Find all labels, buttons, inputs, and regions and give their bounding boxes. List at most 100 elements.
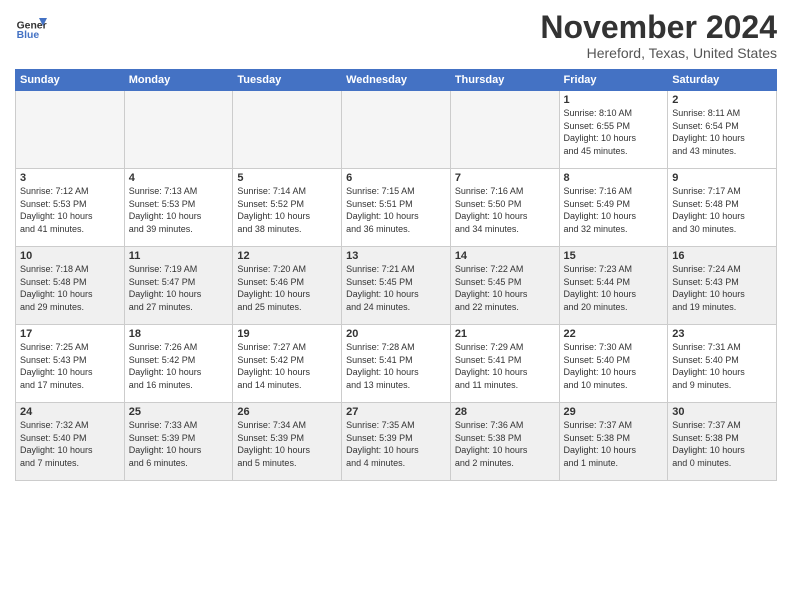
header-friday: Friday xyxy=(559,70,668,91)
day-number: 8 xyxy=(564,172,664,184)
day-info: Sunrise: 7:31 AM Sunset: 5:40 PM Dayligh… xyxy=(672,341,772,391)
calendar-cell xyxy=(450,91,559,169)
day-number: 23 xyxy=(672,328,772,340)
day-info: Sunrise: 7:14 AM Sunset: 5:52 PM Dayligh… xyxy=(237,185,337,235)
header-sunday: Sunday xyxy=(16,70,125,91)
day-number: 7 xyxy=(455,172,555,184)
day-info: Sunrise: 7:37 AM Sunset: 5:38 PM Dayligh… xyxy=(564,419,664,469)
calendar-cell: 21Sunrise: 7:29 AM Sunset: 5:41 PM Dayli… xyxy=(450,325,559,403)
calendar-cell: 25Sunrise: 7:33 AM Sunset: 5:39 PM Dayli… xyxy=(124,403,233,481)
calendar-cell: 17Sunrise: 7:25 AM Sunset: 5:43 PM Dayli… xyxy=(16,325,125,403)
day-number: 9 xyxy=(672,172,772,184)
calendar-cell xyxy=(124,91,233,169)
day-number: 4 xyxy=(129,172,229,184)
title-block: November 2024 Hereford, Texas, United St… xyxy=(540,10,777,61)
calendar-cell: 4Sunrise: 7:13 AM Sunset: 5:53 PM Daylig… xyxy=(124,169,233,247)
day-number: 18 xyxy=(129,328,229,340)
day-info: Sunrise: 8:10 AM Sunset: 6:55 PM Dayligh… xyxy=(564,107,664,157)
week-row-4: 17Sunrise: 7:25 AM Sunset: 5:43 PM Dayli… xyxy=(16,325,777,403)
calendar-cell xyxy=(16,91,125,169)
day-number: 30 xyxy=(672,406,772,418)
calendar-cell: 24Sunrise: 7:32 AM Sunset: 5:40 PM Dayli… xyxy=(16,403,125,481)
header-monday: Monday xyxy=(124,70,233,91)
day-info: Sunrise: 8:11 AM Sunset: 6:54 PM Dayligh… xyxy=(672,107,772,157)
day-number: 11 xyxy=(129,250,229,262)
week-row-5: 24Sunrise: 7:32 AM Sunset: 5:40 PM Dayli… xyxy=(16,403,777,481)
day-info: Sunrise: 7:22 AM Sunset: 5:45 PM Dayligh… xyxy=(455,263,555,313)
header-wednesday: Wednesday xyxy=(342,70,451,91)
header-tuesday: Tuesday xyxy=(233,70,342,91)
day-info: Sunrise: 7:18 AM Sunset: 5:48 PM Dayligh… xyxy=(20,263,120,313)
day-info: Sunrise: 7:20 AM Sunset: 5:46 PM Dayligh… xyxy=(237,263,337,313)
day-number: 6 xyxy=(346,172,446,184)
day-number: 12 xyxy=(237,250,337,262)
day-info: Sunrise: 7:25 AM Sunset: 5:43 PM Dayligh… xyxy=(20,341,120,391)
calendar-cell xyxy=(342,91,451,169)
calendar-cell: 11Sunrise: 7:19 AM Sunset: 5:47 PM Dayli… xyxy=(124,247,233,325)
day-info: Sunrise: 7:27 AM Sunset: 5:42 PM Dayligh… xyxy=(237,341,337,391)
day-number: 13 xyxy=(346,250,446,262)
day-info: Sunrise: 7:17 AM Sunset: 5:48 PM Dayligh… xyxy=(672,185,772,235)
day-info: Sunrise: 7:15 AM Sunset: 5:51 PM Dayligh… xyxy=(346,185,446,235)
calendar-cell: 16Sunrise: 7:24 AM Sunset: 5:43 PM Dayli… xyxy=(668,247,777,325)
header-saturday: Saturday xyxy=(668,70,777,91)
day-info: Sunrise: 7:16 AM Sunset: 5:49 PM Dayligh… xyxy=(564,185,664,235)
header-row: Sunday Monday Tuesday Wednesday Thursday… xyxy=(16,70,777,91)
calendar-table: Sunday Monday Tuesday Wednesday Thursday… xyxy=(15,69,777,481)
calendar-cell: 19Sunrise: 7:27 AM Sunset: 5:42 PM Dayli… xyxy=(233,325,342,403)
day-number: 24 xyxy=(20,406,120,418)
month-title: November 2024 xyxy=(540,10,777,45)
calendar-cell: 28Sunrise: 7:36 AM Sunset: 5:38 PM Dayli… xyxy=(450,403,559,481)
day-number: 5 xyxy=(237,172,337,184)
calendar-cell: 18Sunrise: 7:26 AM Sunset: 5:42 PM Dayli… xyxy=(124,325,233,403)
calendar-cell: 2Sunrise: 8:11 AM Sunset: 6:54 PM Daylig… xyxy=(668,91,777,169)
day-number: 14 xyxy=(455,250,555,262)
day-info: Sunrise: 7:30 AM Sunset: 5:40 PM Dayligh… xyxy=(564,341,664,391)
calendar-cell: 30Sunrise: 7:37 AM Sunset: 5:38 PM Dayli… xyxy=(668,403,777,481)
day-number: 17 xyxy=(20,328,120,340)
day-number: 10 xyxy=(20,250,120,262)
day-number: 22 xyxy=(564,328,664,340)
day-info: Sunrise: 7:34 AM Sunset: 5:39 PM Dayligh… xyxy=(237,419,337,469)
calendar-cell: 12Sunrise: 7:20 AM Sunset: 5:46 PM Dayli… xyxy=(233,247,342,325)
day-number: 26 xyxy=(237,406,337,418)
calendar-cell: 10Sunrise: 7:18 AM Sunset: 5:48 PM Dayli… xyxy=(16,247,125,325)
day-number: 19 xyxy=(237,328,337,340)
day-number: 2 xyxy=(672,94,772,106)
day-number: 1 xyxy=(564,94,664,106)
week-row-2: 3Sunrise: 7:12 AM Sunset: 5:53 PM Daylig… xyxy=(16,169,777,247)
main-container: General Blue November 2024 Hereford, Tex… xyxy=(0,0,792,486)
calendar-cell: 7Sunrise: 7:16 AM Sunset: 5:50 PM Daylig… xyxy=(450,169,559,247)
day-info: Sunrise: 7:23 AM Sunset: 5:44 PM Dayligh… xyxy=(564,263,664,313)
day-info: Sunrise: 7:13 AM Sunset: 5:53 PM Dayligh… xyxy=(129,185,229,235)
day-info: Sunrise: 7:33 AM Sunset: 5:39 PM Dayligh… xyxy=(129,419,229,469)
day-number: 16 xyxy=(672,250,772,262)
day-info: Sunrise: 7:21 AM Sunset: 5:45 PM Dayligh… xyxy=(346,263,446,313)
logo-icon: General Blue xyxy=(15,14,47,46)
svg-text:Blue: Blue xyxy=(17,30,40,41)
calendar-cell: 14Sunrise: 7:22 AM Sunset: 5:45 PM Dayli… xyxy=(450,247,559,325)
day-info: Sunrise: 7:36 AM Sunset: 5:38 PM Dayligh… xyxy=(455,419,555,469)
calendar-cell: 1Sunrise: 8:10 AM Sunset: 6:55 PM Daylig… xyxy=(559,91,668,169)
calendar-cell: 3Sunrise: 7:12 AM Sunset: 5:53 PM Daylig… xyxy=(16,169,125,247)
calendar-cell: 23Sunrise: 7:31 AM Sunset: 5:40 PM Dayli… xyxy=(668,325,777,403)
calendar-cell: 22Sunrise: 7:30 AM Sunset: 5:40 PM Dayli… xyxy=(559,325,668,403)
calendar-cell: 9Sunrise: 7:17 AM Sunset: 5:48 PM Daylig… xyxy=(668,169,777,247)
day-info: Sunrise: 7:26 AM Sunset: 5:42 PM Dayligh… xyxy=(129,341,229,391)
day-number: 20 xyxy=(346,328,446,340)
day-number: 21 xyxy=(455,328,555,340)
week-row-3: 10Sunrise: 7:18 AM Sunset: 5:48 PM Dayli… xyxy=(16,247,777,325)
calendar-cell xyxy=(233,91,342,169)
calendar-cell: 27Sunrise: 7:35 AM Sunset: 5:39 PM Dayli… xyxy=(342,403,451,481)
day-number: 15 xyxy=(564,250,664,262)
day-number: 29 xyxy=(564,406,664,418)
calendar-cell: 13Sunrise: 7:21 AM Sunset: 5:45 PM Dayli… xyxy=(342,247,451,325)
day-info: Sunrise: 7:12 AM Sunset: 5:53 PM Dayligh… xyxy=(20,185,120,235)
header-thursday: Thursday xyxy=(450,70,559,91)
calendar-cell: 20Sunrise: 7:28 AM Sunset: 5:41 PM Dayli… xyxy=(342,325,451,403)
page-header: General Blue November 2024 Hereford, Tex… xyxy=(15,10,777,61)
day-info: Sunrise: 7:32 AM Sunset: 5:40 PM Dayligh… xyxy=(20,419,120,469)
day-info: Sunrise: 7:19 AM Sunset: 5:47 PM Dayligh… xyxy=(129,263,229,313)
calendar-cell: 26Sunrise: 7:34 AM Sunset: 5:39 PM Dayli… xyxy=(233,403,342,481)
calendar-cell: 8Sunrise: 7:16 AM Sunset: 5:49 PM Daylig… xyxy=(559,169,668,247)
